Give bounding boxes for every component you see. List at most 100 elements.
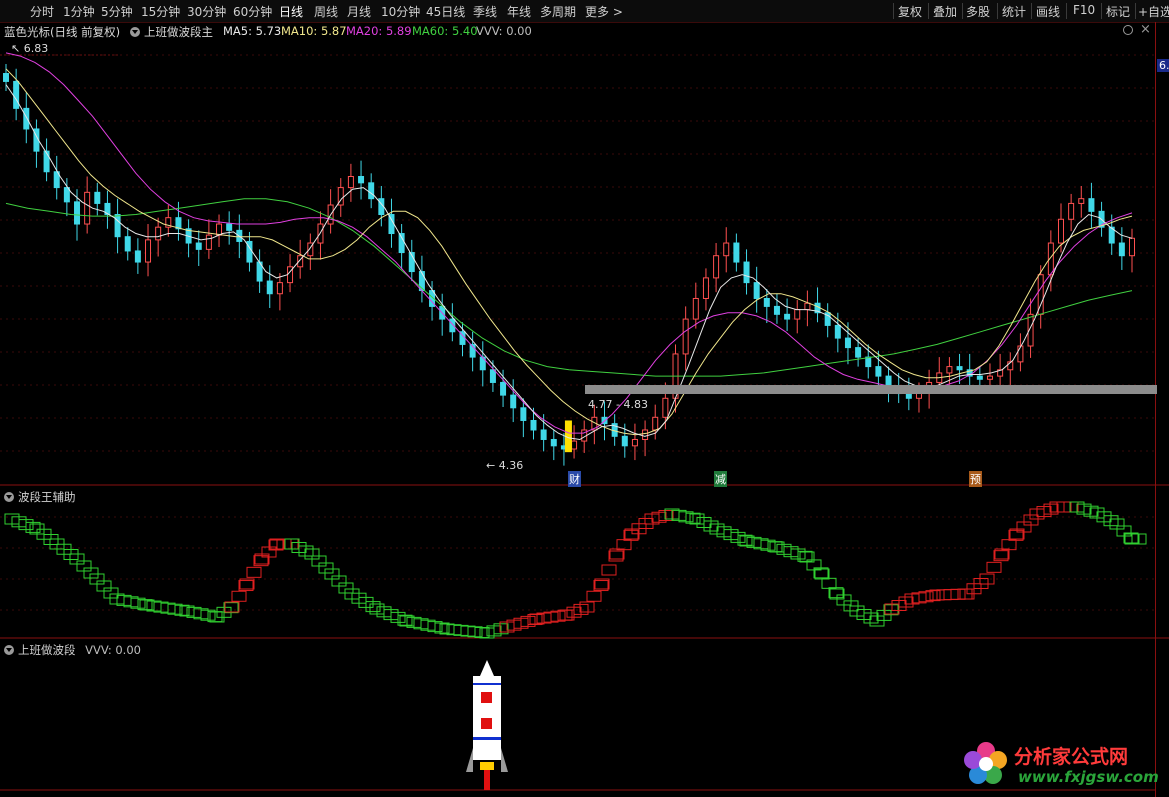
candle-body	[986, 375, 993, 380]
wave-box	[601, 564, 617, 576]
candle-body	[1057, 218, 1064, 244]
rocket-flame	[480, 762, 494, 770]
candle-body	[956, 366, 963, 371]
candle-body	[347, 175, 354, 189]
panel3-vvv-value: VVV: 0.00	[85, 643, 141, 657]
rocket-flame	[484, 770, 490, 790]
candle-body	[885, 375, 892, 387]
candle-body	[946, 366, 953, 374]
candle-body	[1129, 237, 1135, 257]
collapse-icon[interactable]	[4, 492, 14, 502]
candle-body	[540, 429, 547, 440]
candle-body	[652, 416, 659, 431]
wave-box	[231, 590, 247, 602]
rocket-window	[481, 692, 492, 703]
watermark-name: 分析家公式网	[1014, 746, 1129, 768]
support-range-band	[585, 385, 1157, 394]
candle-body	[743, 261, 750, 284]
candle-body	[773, 305, 780, 315]
candle-body	[13, 80, 20, 109]
candle-body	[784, 313, 791, 320]
candle-body	[763, 297, 770, 307]
candle-body	[520, 407, 527, 421]
candle-body	[713, 255, 720, 279]
high-price-value: 6.83	[23, 42, 49, 55]
candle-body	[692, 297, 699, 320]
candle-body	[145, 239, 152, 263]
candle-body	[205, 234, 212, 250]
rocket-fin	[466, 748, 473, 772]
candle-body	[1068, 202, 1075, 220]
candle-body	[631, 438, 638, 447]
candle-body	[74, 201, 81, 225]
candle-body	[266, 280, 273, 295]
candle-body	[855, 347, 862, 358]
panel3-title-text: 上班做波段	[18, 643, 76, 657]
grid-lines	[0, 54, 1155, 611]
panel2-title-text: 波段王辅助	[18, 490, 76, 504]
reduce-marker[interactable]: 减	[714, 471, 727, 487]
watermark-logo-icon	[962, 740, 1010, 788]
candle-body	[702, 277, 709, 299]
candle-body	[905, 393, 912, 399]
collapse-icon[interactable]	[4, 645, 14, 655]
candlestick-series	[3, 64, 1135, 466]
candle-body	[114, 214, 121, 238]
chart-area[interactable]	[0, 0, 1169, 797]
candle-body	[398, 233, 405, 254]
ma10-line	[5, 68, 1133, 436]
candle-body	[723, 242, 730, 257]
rocket-stripe	[473, 737, 501, 740]
forecast-marker[interactable]: 预	[969, 471, 982, 487]
candle-body	[3, 73, 9, 82]
candle-body	[43, 150, 50, 173]
candle-body	[155, 226, 162, 241]
finance-marker[interactable]: 财	[568, 471, 581, 487]
low-price-label: ← 4.36	[486, 459, 524, 472]
candle-body	[621, 435, 628, 447]
candle-body	[875, 366, 882, 377]
candle-body	[84, 191, 91, 225]
candle-body	[94, 191, 101, 204]
wave-box	[586, 590, 602, 602]
candle-body	[662, 397, 669, 418]
candle-body	[1118, 242, 1125, 257]
candle-body	[216, 223, 223, 236]
wave-box	[246, 566, 262, 578]
wave-indicator-series	[4, 501, 1147, 639]
moving-average-lines	[5, 52, 1133, 441]
high-price-label: ↖ 6.83	[11, 42, 49, 55]
candle-body	[976, 375, 983, 380]
candle-body	[733, 242, 740, 263]
candle-body	[1088, 198, 1095, 212]
candle-body	[865, 356, 872, 368]
candle-body	[804, 302, 811, 311]
ma60-line	[5, 198, 1133, 377]
rocket-window	[481, 718, 492, 729]
candle-body	[489, 369, 496, 383]
panel3-title[interactable]: 上班做波段 VVV: 0.00	[4, 642, 141, 658]
wave-box	[821, 577, 837, 589]
candle-body	[550, 438, 557, 447]
watermark-url: www.fxjgsw.com	[1018, 768, 1159, 786]
candle-body	[1017, 345, 1024, 363]
candle-body	[23, 107, 30, 130]
candle-body	[844, 337, 851, 349]
candle-body	[510, 394, 517, 409]
candle-body	[358, 175, 365, 184]
candle-body	[276, 282, 283, 295]
candle-body	[794, 309, 801, 320]
range-label: 4.77 - 4.83	[588, 398, 648, 411]
rocket-nose	[480, 660, 494, 676]
rocket-stripe	[473, 683, 501, 685]
candle-body	[500, 381, 507, 396]
chart-frame	[0, 22, 1169, 797]
candle-body	[571, 440, 578, 450]
candle-body	[124, 236, 131, 252]
candle-body	[834, 324, 841, 339]
candle-body	[1078, 198, 1085, 204]
ma20-line	[5, 52, 1133, 434]
candle-body	[682, 318, 689, 355]
panel2-title[interactable]: 波段王辅助	[4, 489, 76, 505]
candle-body	[195, 242, 202, 250]
